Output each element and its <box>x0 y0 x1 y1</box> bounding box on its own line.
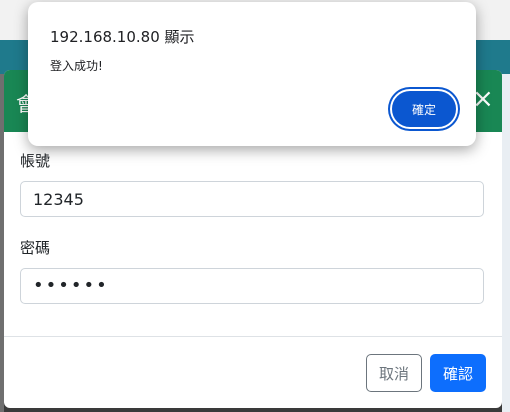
alert-message: 登入成功! <box>50 59 103 73</box>
modal-footer: 取消 確認 <box>365 354 486 392</box>
account-input[interactable] <box>20 181 484 217</box>
alert-origin: 192.168.10.80 顯示 <box>50 28 195 46</box>
modal-body: 帳號 密碼 •••••• <box>4 132 502 304</box>
confirm-button[interactable]: 確認 <box>429 354 486 392</box>
password-label: 密碼 <box>20 239 51 257</box>
browser-alert-dialog: 192.168.10.80 顯示 登入成功! 確定 <box>28 2 476 146</box>
modal-footer-divider <box>4 336 502 337</box>
cancel-button[interactable]: 取消 <box>365 354 422 392</box>
account-label: 帳號 <box>20 152 51 170</box>
alert-ok-button[interactable]: 確定 <box>392 91 456 127</box>
password-input[interactable]: •••••• <box>20 268 484 304</box>
page-backdrop-right <box>502 74 510 412</box>
